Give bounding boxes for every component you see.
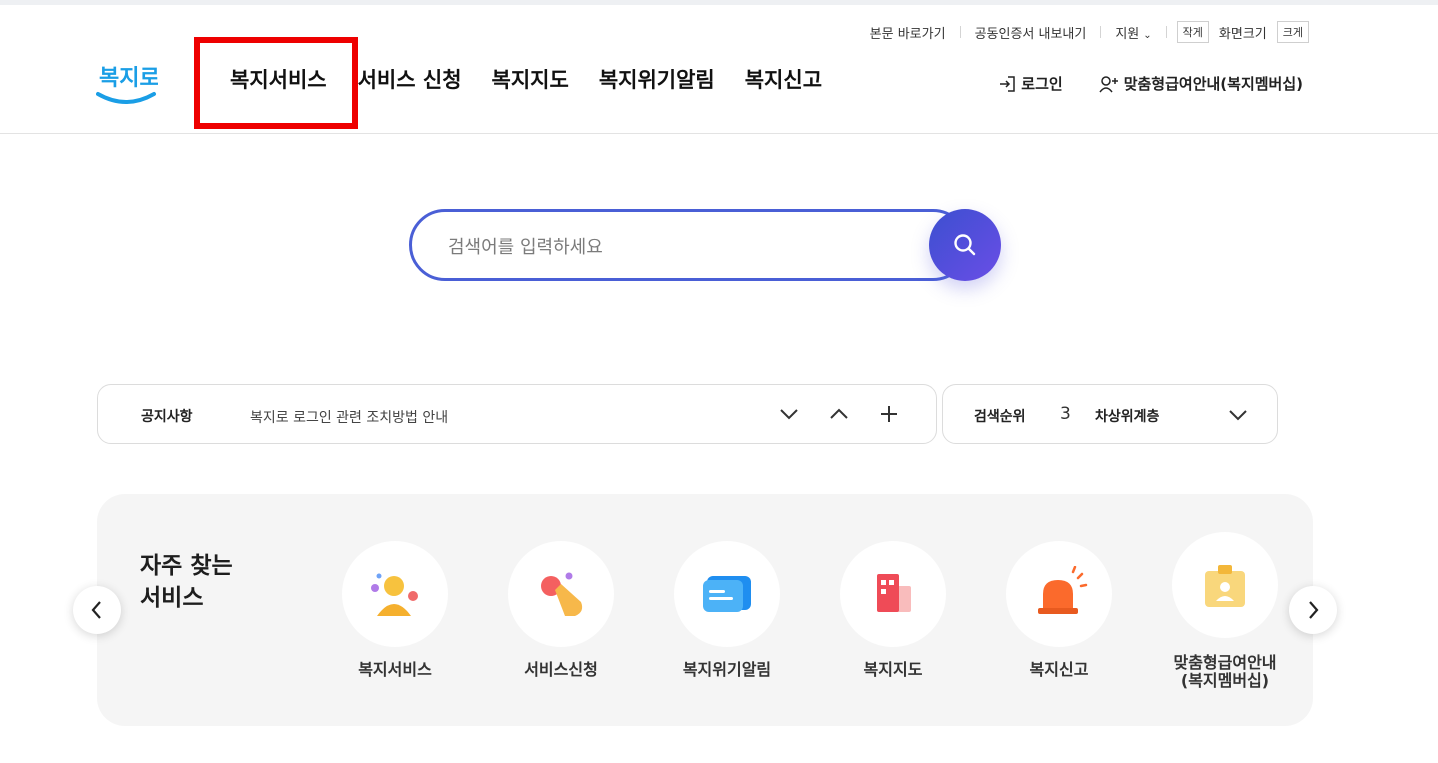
site-logo[interactable]: 복지로 [96, 52, 160, 108]
login-label: 로그인 [1021, 75, 1063, 93]
service-item-membership[interactable]: 맞춤형급여안내 (복지멤버십) [1140, 532, 1310, 690]
service-icon-circle [674, 541, 780, 647]
search-icon [954, 234, 976, 256]
service-label: 복지신고 [1029, 660, 1089, 679]
service-label: 복지위기알림 [682, 660, 772, 679]
service-icon-circle [342, 541, 448, 647]
logo-mark: 복지로 [96, 66, 160, 104]
welfare-map-icon [877, 574, 911, 612]
ranking-term[interactable]: 차상위계층 [1095, 406, 1159, 426]
service-icon-circle [1006, 541, 1112, 647]
screen-size-label: 화면크기 [1218, 26, 1267, 42]
search-field [409, 209, 969, 281]
service-item-welfare-map[interactable]: 복지지도 [808, 541, 978, 679]
chevron-left-icon [91, 601, 101, 619]
search-button[interactable] [929, 209, 1001, 281]
membership-button[interactable]: 맞춤형급여안내(복지멤버십) [1099, 73, 1303, 94]
membership-badge-icon [1205, 565, 1245, 607]
welfare-service-icon [371, 573, 418, 616]
chevron-right-icon [1309, 601, 1319, 619]
cert-export-link[interactable]: 공동인증서 내보내기 [961, 23, 1101, 42]
frequent-services-title: 자주 찾는 서비스 [140, 550, 280, 614]
ranking-number: 3 [1060, 404, 1071, 424]
service-label: 복지서비스 [358, 660, 432, 679]
chevron-down-icon [780, 409, 798, 420]
login-icon [1000, 75, 1016, 92]
service-label: 서비스신청 [524, 660, 598, 679]
siren-report-icon [1038, 566, 1088, 614]
carousel-next-button[interactable] [1289, 586, 1337, 634]
notice-bar: 공지사항 복지로 로그인 관련 조치방법 안내 [97, 384, 937, 444]
main-navigation: 복지서비스 서비스 신청 복지지도 복지위기알림 복지신고 [200, 64, 822, 94]
nav-welfare-service[interactable]: 복지서비스 [230, 64, 327, 94]
service-label-line-2: (복지멤버십) [1180, 671, 1270, 690]
ranking-title: 검색순위 [974, 409, 1026, 425]
title-line-2: 서비스 [140, 585, 204, 611]
service-icon-circle [840, 541, 946, 647]
nav-welfare-map[interactable]: 복지지도 [492, 64, 569, 94]
logo-text: 복지로 [99, 66, 158, 91]
nav-crisis-alert[interactable]: 복지위기알림 [599, 64, 715, 94]
search-bar [409, 209, 1001, 281]
service-label-line-1: 맞춤형급여안내 [1173, 653, 1277, 672]
service-item-crisis-alert[interactable]: 복지위기알림 [642, 541, 812, 679]
service-icon-circle [508, 541, 614, 647]
notice-next-button[interactable] [776, 401, 802, 427]
divider [1165, 26, 1167, 38]
support-dropdown[interactable]: 지원 ⌄ [1101, 23, 1165, 42]
service-icon-circle [1172, 532, 1278, 638]
chevron-down-icon [1229, 410, 1247, 421]
membership-label: 맞춤형급여안내(복지멤버십) [1123, 75, 1303, 93]
service-item-welfare-service[interactable]: 복지서비스 [310, 541, 480, 679]
service-apply-icon [541, 572, 583, 616]
chevron-down-icon: ⌄ [1143, 29, 1152, 41]
notice-more-button[interactable] [876, 401, 902, 427]
user-add-icon [1099, 75, 1118, 92]
login-button[interactable]: 로그인 [998, 73, 1063, 94]
notice-prev-button[interactable] [826, 401, 852, 427]
title-line-1: 자주 찾는 [140, 553, 233, 579]
site-header: 복지로 복지서비스 서비스 신청 복지지도 복지위기알림 복지신고 로그인 맞춤… [0, 40, 1438, 134]
crisis-alert-message-icon [703, 576, 751, 612]
search-ranking: 검색순위 3 차상위계층 [942, 384, 1278, 444]
header-actions: 로그인 맞춤형급여안내(복지멤버십) [998, 73, 1303, 94]
notice-title: 공지사항 [141, 409, 193, 425]
service-item-welfare-report[interactable]: 복지신고 [974, 541, 1144, 679]
search-input[interactable] [448, 232, 908, 262]
skip-to-content-link[interactable]: 본문 바로가기 [856, 23, 960, 42]
frequent-services-panel: 자주 찾는 서비스 복지서비스 서비스신청 복지위기알림 복지지도 복지신고 맞… [97, 494, 1313, 726]
ranking-dropdown-button[interactable] [1225, 402, 1251, 428]
notice-text[interactable]: 복지로 로그인 관련 조치방법 안내 [250, 407, 448, 427]
chevron-up-icon [830, 408, 848, 419]
nav-welfare-report[interactable]: 복지신고 [745, 64, 822, 94]
service-label: 맞춤형급여안내 (복지멤버십) [1140, 654, 1310, 690]
carousel-prev-button[interactable] [73, 586, 121, 634]
nav-service-apply[interactable]: 서비스 신청 [358, 64, 462, 94]
service-label: 복지지도 [863, 660, 923, 679]
top-strip [0, 0, 1438, 5]
plus-icon [881, 406, 897, 422]
service-item-service-apply[interactable]: 서비스신청 [476, 541, 646, 679]
